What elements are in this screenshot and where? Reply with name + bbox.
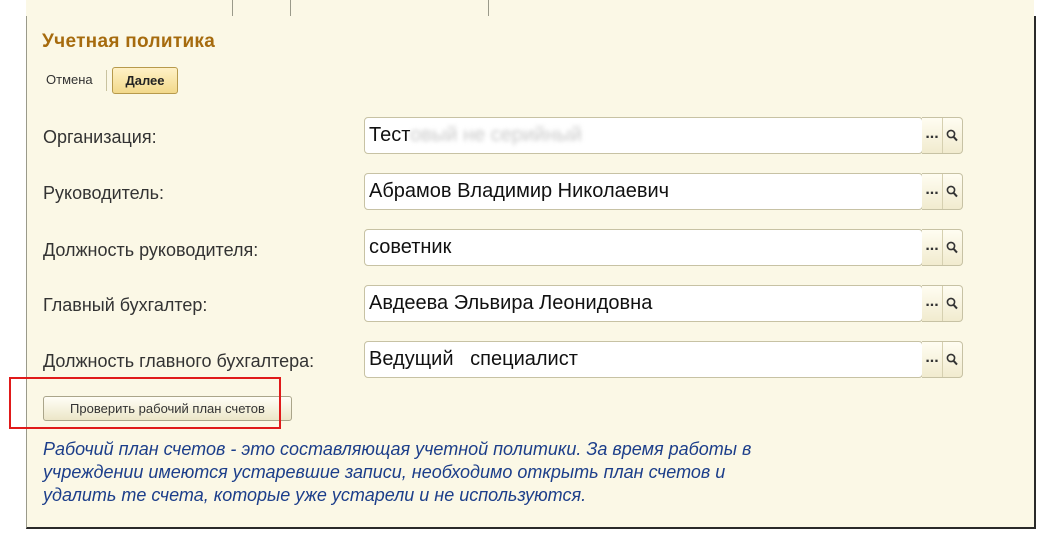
select-button[interactable]: ... — [922, 342, 943, 377]
organization-label: Организация: — [43, 127, 157, 147]
magnifier-icon — [946, 185, 958, 198]
tab-divider — [290, 0, 291, 16]
tab-divider — [232, 0, 233, 16]
tab-strip — [26, 0, 1034, 16]
director-field[interactable]: Абрамов Владимир Николаевич — [364, 173, 923, 210]
organization-buttons: ... — [922, 117, 963, 154]
search-button[interactable] — [943, 174, 962, 209]
magnifier-icon — [946, 353, 958, 366]
director-position-buttons: ... — [922, 229, 963, 266]
chief-accountant-label: Главный бухгалтер: — [43, 295, 208, 315]
organization-field[interactable]: Тестовый не серийный — [364, 117, 923, 154]
select-button[interactable]: ... — [922, 230, 943, 265]
search-button[interactable] — [943, 342, 962, 377]
description-text: Рабочий план счетов - это составляющая у… — [43, 438, 863, 507]
director-buttons: ... — [922, 173, 963, 210]
director-label: Руководитель: — [43, 183, 164, 203]
select-button[interactable]: ... — [922, 286, 943, 321]
description-line: учреждении имеются устаревшие записи, не… — [43, 462, 726, 482]
search-button[interactable] — [943, 118, 962, 153]
command-separator — [106, 70, 107, 91]
organization-value-blurred: овый не серийный — [410, 124, 582, 146]
chief-accountant-position-field[interactable]: Ведущий специалист — [364, 341, 923, 378]
tab-divider — [488, 0, 489, 16]
director-position-label: Должность руководителя: — [43, 240, 259, 260]
chief-accountant-field[interactable]: Авдеева Эльвира Леонидовна — [364, 285, 923, 322]
organization-value: Тест — [369, 124, 411, 146]
select-button[interactable]: ... — [922, 118, 943, 153]
select-button[interactable]: ... — [922, 174, 943, 209]
description-line: Рабочий план счетов - это составляющая у… — [43, 439, 752, 459]
search-button[interactable] — [943, 230, 962, 265]
search-button[interactable] — [943, 286, 962, 321]
magnifier-icon — [946, 297, 958, 310]
chief-accountant-position-buttons: ... — [922, 341, 963, 378]
chief-accountant-buttons: ... — [922, 285, 963, 322]
magnifier-icon — [946, 241, 958, 254]
cancel-button[interactable]: Отмена — [46, 72, 93, 87]
highlight-box — [9, 377, 281, 429]
director-position-field[interactable]: советник — [364, 229, 923, 266]
next-button[interactable]: Далее — [112, 67, 178, 94]
form-title: Учетная политика — [42, 31, 216, 52]
chief-accountant-position-label: Должность главного бухгалтера: — [43, 351, 315, 371]
magnifier-icon — [946, 129, 958, 142]
description-line: удалить те счета, которые уже устарели и… — [43, 485, 587, 505]
